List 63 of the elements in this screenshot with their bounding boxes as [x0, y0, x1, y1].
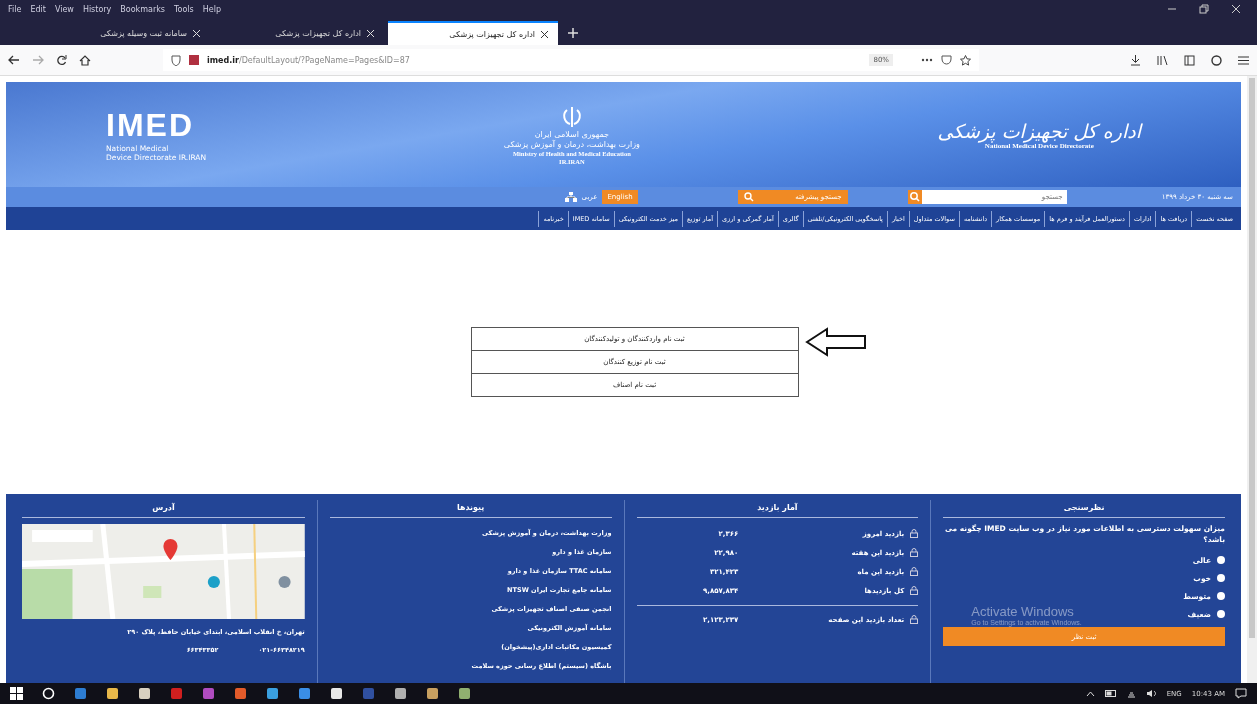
menu-item[interactable]: Edit: [30, 4, 46, 14]
app-icon[interactable]: [266, 687, 279, 700]
more-icon[interactable]: [921, 58, 933, 62]
sitemap-icon[interactable]: [564, 192, 577, 202]
lock-icon: [910, 529, 919, 538]
app-icon[interactable]: [138, 687, 151, 700]
search-icon: [743, 192, 754, 202]
emblem-icon: [560, 104, 583, 129]
radio-button[interactable]: [1217, 592, 1225, 600]
network-icon[interactable]: [1126, 689, 1136, 698]
account-icon[interactable]: [1211, 54, 1222, 66]
app-icon[interactable]: [426, 687, 439, 700]
speaker-icon[interactable]: [1145, 689, 1157, 698]
site-icon: [189, 55, 199, 65]
app-icon[interactable]: [330, 687, 343, 700]
lock-icon: [910, 586, 919, 595]
reload-icon[interactable]: [56, 54, 67, 66]
section-title: پیوندها: [329, 500, 612, 518]
menu-icon[interactable]: [1238, 55, 1249, 65]
app-icon[interactable]: [458, 687, 471, 700]
home-icon[interactable]: [79, 54, 91, 66]
back-icon[interactable]: [8, 55, 20, 65]
activation-notice: Activate Windows: [971, 604, 1075, 619]
browser-tab[interactable]: اداره کل تجهیزات پزشکی: [388, 21, 558, 45]
menu-item[interactable]: Bookmarks: [120, 4, 166, 14]
menu-item[interactable]: Help: [202, 4, 221, 14]
url-text: imed.ir/DefaultLayout/?PageName=Pages&ID=87: [207, 55, 411, 65]
notification-icon[interactable]: [1235, 688, 1247, 699]
ministry-name: جمهوری اسلامی ایران: [534, 129, 609, 139]
battery-icon[interactable]: [1104, 690, 1117, 697]
lock-icon: [910, 548, 919, 557]
ministry-name: وزارت بهداشت، درمان و آموزش پزشکی: [503, 139, 640, 149]
radio-button[interactable]: [1217, 556, 1225, 564]
menu-item[interactable]: Tools: [174, 4, 194, 14]
windows-start-icon[interactable]: [10, 687, 23, 700]
site-title: اداره کل تجهیزات پزشکی: [937, 119, 1141, 142]
section-title: آدرس: [22, 500, 305, 518]
browser-tab[interactable]: سامانه ثبت وسیله پزشکی: [40, 21, 210, 45]
scrollbar[interactable]: [1247, 76, 1257, 683]
caret-icon[interactable]: [1085, 690, 1095, 697]
lock-icon: [910, 567, 919, 576]
sidebar-icon[interactable]: [1184, 54, 1195, 66]
app-icon[interactable]: [394, 687, 407, 700]
section-title: نظرسنجی: [943, 500, 1225, 518]
close-icon[interactable]: [541, 30, 548, 38]
menu-item[interactable]: History: [82, 4, 112, 14]
pocket-icon[interactable]: [941, 55, 952, 65]
restore-icon[interactable]: [1199, 4, 1209, 14]
arrow-icon: [804, 327, 867, 357]
radio-button[interactable]: [1217, 574, 1225, 582]
plus-icon[interactable]: [568, 28, 578, 38]
menu-item[interactable]: File: [8, 4, 22, 14]
search-icon[interactable]: [42, 687, 55, 700]
shield-icon[interactable]: [171, 54, 181, 66]
browser-tab[interactable]: اداره کل تجهیزات پزشکی: [214, 21, 384, 45]
app-icon[interactable]: [106, 687, 119, 700]
lock-icon: [910, 615, 919, 624]
radio-button[interactable]: [1217, 610, 1225, 618]
section-title: آمار بازدید: [636, 500, 919, 518]
menu-item[interactable]: View: [54, 4, 74, 14]
library-icon[interactable]: [1157, 54, 1168, 66]
star-icon[interactable]: [960, 54, 971, 66]
download-icon[interactable]: [1130, 54, 1141, 66]
